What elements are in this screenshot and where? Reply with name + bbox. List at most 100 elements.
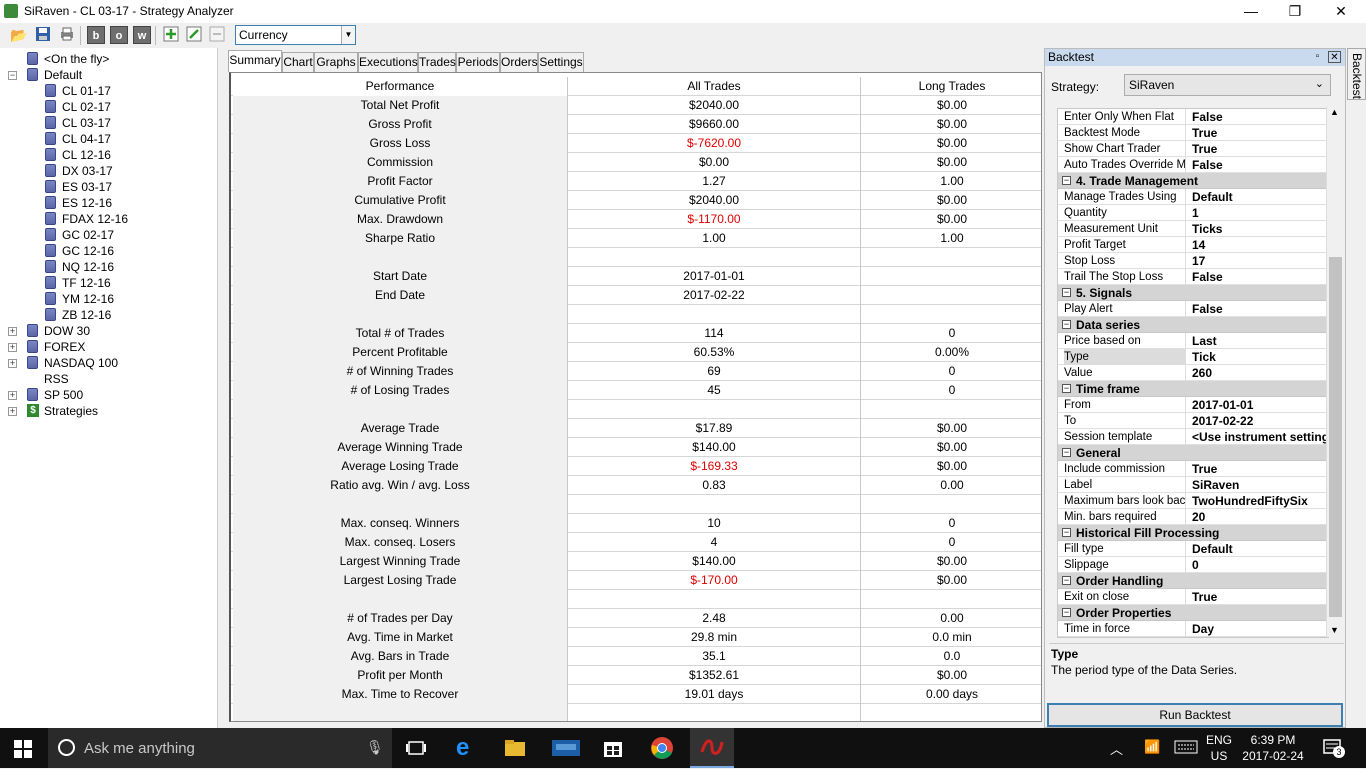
expand-icon[interactable]: +: [8, 391, 17, 400]
close-button[interactable]: ✕: [1318, 0, 1364, 23]
property-category[interactable]: − Order Handling: [1058, 573, 1328, 589]
tree-item[interactable]: CL 04-17: [0, 131, 216, 147]
edge-icon[interactable]: e: [456, 736, 480, 760]
collapse-icon[interactable]: −: [1062, 576, 1071, 585]
tree-item[interactable]: NQ 12-16: [0, 259, 216, 275]
property-category[interactable]: −5. Signals: [1058, 285, 1328, 301]
b-button[interactable]: b: [87, 26, 105, 44]
tab-settings[interactable]: Settings: [538, 52, 584, 72]
property-value[interactable]: SiRaven: [1192, 477, 1328, 493]
panel-close-icon[interactable]: ✕: [1328, 51, 1341, 63]
tab-executions[interactable]: Executions: [358, 52, 418, 72]
keyboard-icon[interactable]: [1174, 740, 1198, 757]
taskbar-search[interactable]: Ask me anything 🎙: [48, 728, 392, 768]
maximize-button[interactable]: ❐: [1272, 0, 1318, 23]
tree-item[interactable]: + DOW 30: [0, 323, 216, 339]
strategy-select[interactable]: SiRaven ⌄: [1124, 74, 1331, 96]
column-header[interactable]: Performance: [233, 77, 568, 96]
tree-item[interactable]: DX 03-17: [0, 163, 216, 179]
property-row[interactable]: Stop Loss 17: [1058, 253, 1328, 269]
property-value[interactable]: 1: [1192, 205, 1328, 221]
property-row[interactable]: Manage Trades Using Default: [1058, 189, 1328, 205]
property-row[interactable]: Label SiRaven: [1058, 477, 1328, 493]
property-row[interactable]: Fill type Default: [1058, 541, 1328, 557]
property-row[interactable]: Min. bars required 20: [1058, 509, 1328, 525]
tree-item[interactable]: ES 03-17: [0, 179, 216, 195]
tree-item[interactable]: CL 02-17: [0, 99, 216, 115]
property-value[interactable]: False: [1192, 269, 1328, 285]
property-value[interactable]: Ticks: [1192, 221, 1328, 237]
property-value[interactable]: False: [1192, 157, 1328, 173]
currency-dropdown[interactable]: Currency ▼: [235, 25, 356, 45]
tree-item[interactable]: CL 01-17: [0, 83, 216, 99]
tab-trades[interactable]: Trades: [418, 52, 456, 72]
tree-item[interactable]: FDAX 12-16: [0, 211, 216, 227]
collapse-icon[interactable]: −: [1062, 176, 1071, 185]
property-category[interactable]: −4. Trade Management: [1058, 173, 1328, 189]
property-row[interactable]: Trail The Stop Loss False: [1058, 269, 1328, 285]
property-row[interactable]: Backtest Mode True: [1058, 125, 1328, 141]
microphone-icon[interactable]: 🎙: [366, 739, 384, 756]
property-row[interactable]: Maximum bars look back TwoHundredFiftySix: [1058, 493, 1328, 509]
property-row[interactable]: Measurement Unit Ticks: [1058, 221, 1328, 237]
property-value[interactable]: 20: [1192, 509, 1328, 525]
wifi-icon[interactable]: 📶: [1144, 739, 1160, 755]
tree-item[interactable]: TF 12-16: [0, 275, 216, 291]
property-value[interactable]: True: [1192, 141, 1328, 157]
scroll-thumb[interactable]: [1329, 257, 1342, 617]
property-value[interactable]: <Use instrument settings: [1192, 429, 1328, 445]
tree-item[interactable]: YM 12-16: [0, 291, 216, 307]
property-value[interactable]: True: [1192, 125, 1328, 141]
tree-item[interactable]: ZB 12-16: [0, 307, 216, 323]
property-value[interactable]: Default: [1192, 541, 1328, 557]
chevron-up-icon[interactable]: ︿: [1110, 739, 1123, 758]
o-button[interactable]: o: [110, 26, 128, 44]
open-folder-icon[interactable]: 📂: [10, 26, 28, 44]
edit-icon[interactable]: [185, 26, 203, 44]
tree-item[interactable]: − Default: [0, 67, 216, 83]
run-backtest-button[interactable]: Run Backtest: [1047, 703, 1343, 727]
property-value[interactable]: 260: [1192, 365, 1328, 381]
expand-icon[interactable]: +: [8, 407, 17, 416]
property-scrollbar[interactable]: ▲ ▼: [1326, 107, 1343, 637]
property-value[interactable]: TwoHundredFiftySix: [1192, 493, 1328, 509]
tree-item[interactable]: <On the fly>: [0, 51, 216, 67]
pin-icon[interactable]: ▫: [1311, 51, 1324, 63]
tree-item[interactable]: RSS: [0, 371, 216, 387]
add-icon[interactable]: [162, 26, 180, 44]
windows-start-icon[interactable]: [14, 740, 32, 761]
property-row[interactable]: Profit Target 14: [1058, 237, 1328, 253]
expand-icon[interactable]: +: [8, 327, 17, 336]
property-row[interactable]: Price based on Last: [1058, 333, 1328, 349]
tree-item[interactable]: + SP 500: [0, 387, 216, 403]
property-row[interactable]: To 2017-02-22: [1058, 413, 1328, 429]
side-tab-backtest[interactable]: Backtest: [1347, 48, 1366, 100]
tree-item[interactable]: GC 12-16: [0, 243, 216, 259]
property-row[interactable]: Slippage 0: [1058, 557, 1328, 573]
file-explorer-icon[interactable]: [503, 736, 527, 760]
tree-item[interactable]: CL 03-17: [0, 115, 216, 131]
tab-orders[interactable]: Orders: [500, 52, 538, 72]
property-row[interactable]: Session template <Use instrument settings: [1058, 429, 1328, 445]
collapse-icon[interactable]: −: [1062, 288, 1071, 297]
tree-item[interactable]: + $ Strategies: [0, 403, 216, 419]
collapse-icon[interactable]: −: [1062, 448, 1071, 457]
property-value[interactable]: Default: [1192, 189, 1328, 205]
tree-item[interactable]: ES 12-16: [0, 195, 216, 211]
w-button[interactable]: w: [133, 26, 151, 44]
tab-graphs[interactable]: Graphs: [314, 52, 358, 72]
property-value[interactable]: 2017-01-01: [1192, 397, 1328, 413]
language-indicator[interactable]: ENG US: [1206, 732, 1232, 764]
property-row[interactable]: Auto Trades Override Ma False: [1058, 157, 1328, 173]
property-value[interactable]: 17: [1192, 253, 1328, 269]
property-value[interactable]: Day: [1192, 621, 1328, 637]
property-row[interactable]: Play Alert False: [1058, 301, 1328, 317]
property-category[interactable]: − Data series: [1058, 317, 1328, 333]
property-value[interactable]: 0: [1192, 557, 1328, 573]
property-value[interactable]: True: [1192, 589, 1328, 605]
tree-item[interactable]: + NASDAQ 100: [0, 355, 216, 371]
property-value[interactable]: False: [1192, 109, 1328, 125]
property-row[interactable]: Value 260: [1058, 365, 1328, 381]
property-category[interactable]: − General: [1058, 445, 1328, 461]
property-value[interactable]: False: [1192, 301, 1328, 317]
